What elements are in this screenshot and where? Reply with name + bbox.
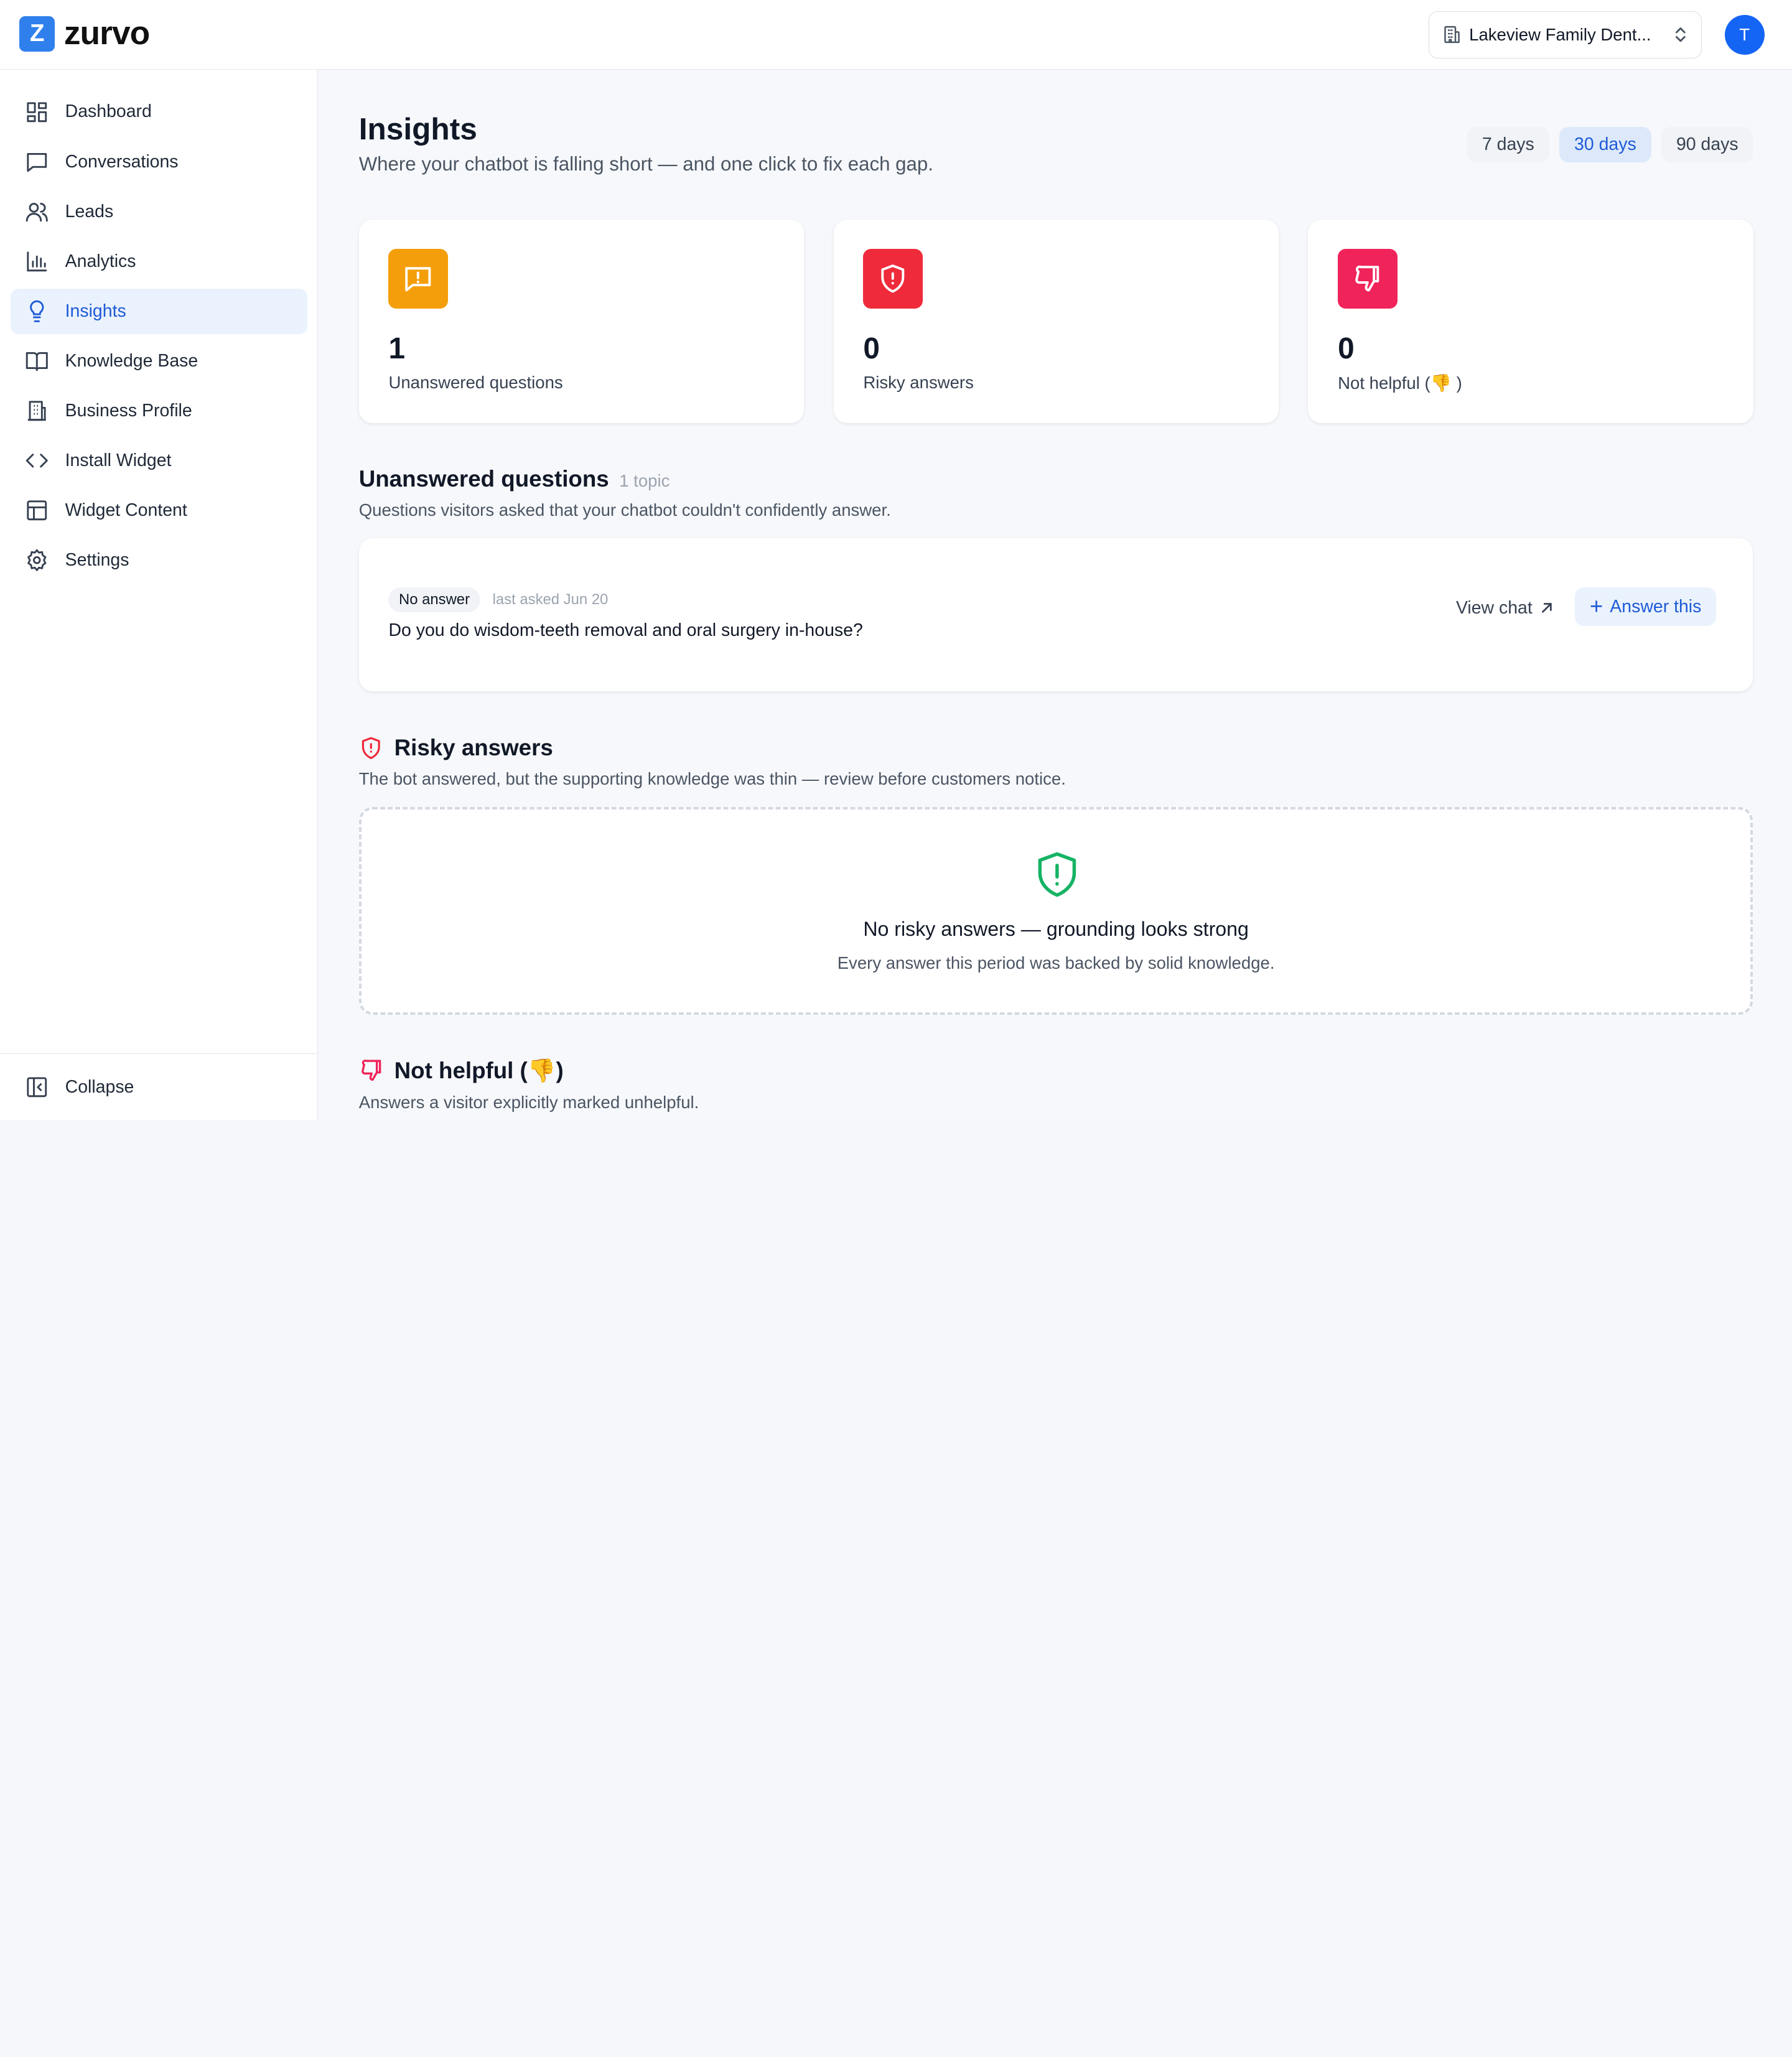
lightbulb-icon — [30, 300, 44, 322]
sidebar-item-label: Install Widget — [65, 450, 172, 470]
not-helpful-section-description: Answers a visitor explicitly marked unhe… — [358, 1092, 699, 1112]
building-icon — [28, 401, 47, 421]
page-title: Insights — [358, 111, 477, 147]
risky-section-title: Risky answers — [394, 734, 553, 760]
stat-label: Risky answers — [863, 372, 974, 392]
page-subtitle: Where your chatbot is falling short — an… — [358, 153, 933, 175]
stats-row: 1 Unanswered questions 0 Risky answers 0… — [358, 219, 1753, 423]
chevron-up-down-icon — [1675, 27, 1686, 42]
chat-icon — [27, 152, 47, 172]
sidebar-item-analytics[interactable]: Analytics — [11, 238, 308, 284]
thumbs-down-icon — [361, 1060, 381, 1081]
no-answer-badge: No answer — [388, 587, 480, 613]
collapse-button[interactable]: Collapse — [0, 1053, 318, 1120]
empty-state-description: Every answer this period was backed by s… — [837, 953, 1275, 973]
sidebar-item-label: Knowledge Base — [65, 350, 198, 371]
sidebar-item-label: Dashboard — [65, 101, 152, 122]
sidebar-item-leads[interactable]: Leads — [11, 189, 308, 234]
stat-card-not-helpful[interactable]: 0 Not helpful (👎 ) — [1308, 219, 1753, 423]
range-7-days[interactable]: 7 days — [1467, 126, 1549, 162]
stat-value: 1 — [388, 332, 406, 365]
sidebar-item-label: Settings — [65, 550, 129, 571]
sidebar-item-business-profile[interactable]: Business Profile — [11, 388, 308, 434]
stat-icon-badge — [863, 249, 923, 309]
range-90-days[interactable]: 90 days — [1661, 126, 1753, 162]
gear-icon — [27, 549, 47, 572]
sidebar-item-install-widget[interactable]: Install Widget — [11, 438, 308, 483]
dashboard-icon — [27, 102, 47, 122]
plus-icon: + — [1589, 593, 1603, 619]
view-chat-label: View chat — [1455, 597, 1533, 618]
sidebar-item-settings[interactable]: Settings — [11, 538, 308, 583]
unanswered-section-title: Unanswered questions 1 topic — [359, 466, 670, 492]
business-selector[interactable]: Lakeview Family Dent... — [1428, 11, 1702, 58]
shield-alert-icon — [881, 264, 905, 293]
sidebar-item-label: Business Profile — [65, 400, 192, 421]
collapse-label: Collapse — [65, 1076, 134, 1097]
stat-icon-badge — [1338, 249, 1398, 309]
layout-icon — [27, 500, 47, 521]
answer-this-label: Answer this — [1610, 596, 1702, 617]
external-arrow-icon — [1541, 603, 1552, 613]
stat-value: 0 — [1338, 332, 1355, 365]
answer-this-button[interactable]: + Answer this — [1574, 587, 1717, 627]
user-avatar[interactable]: T — [1724, 14, 1765, 55]
users-icon — [26, 202, 49, 222]
view-chat-link[interactable]: View chat — [1456, 598, 1554, 618]
sidebar-item-label: Insights — [65, 301, 126, 321]
bar-chart-icon — [27, 251, 47, 272]
shield-alert-icon — [362, 737, 380, 759]
logo-text: zurvo — [63, 14, 150, 52]
sidebar-nav: Dashboard Conversations Leads Analytics … — [10, 89, 308, 587]
not-helpful-section-header: Not helpful (👎) — [359, 1057, 564, 1084]
sidebar-item-label: Analytics — [65, 251, 136, 271]
collapse-icon — [27, 1077, 47, 1098]
thumbs-down-icon — [1355, 266, 1379, 292]
app-root: Z zurvo Lakeview Family Dent... T Dashbo… — [0, 0, 1792, 1120]
top-bar: Z zurvo Lakeview Family Dent... T — [0, 0, 1792, 70]
last-asked-meta: last asked Jun 20 — [492, 590, 609, 608]
stat-label: Unanswered questions — [388, 372, 563, 392]
stat-icon-badge — [388, 249, 448, 309]
unanswered-question-card: No answer last asked Jun 20 Do you do wi… — [358, 538, 1753, 692]
building-icon — [1444, 26, 1460, 44]
sidebar-item-label: Widget Content — [65, 500, 187, 520]
section-title-text: Unanswered questions — [358, 466, 609, 492]
stat-label: Not helpful (👎 ) — [1338, 373, 1462, 393]
book-icon — [26, 352, 49, 371]
topic-count: 1 topic — [619, 471, 670, 491]
risky-empty-state: No risky answers — grounding looks stron… — [358, 806, 1753, 1015]
sidebar-item-label: Conversations — [65, 151, 179, 172]
empty-state-title: No risky answers — grounding looks stron… — [863, 918, 1249, 941]
code-icon — [26, 454, 49, 468]
sidebar-item-knowledge-base[interactable]: Knowledge Base — [11, 338, 308, 384]
sidebar-item-insights[interactable]: Insights — [10, 288, 308, 334]
question-text: Do you do wisdom-teeth removal and oral … — [388, 620, 863, 641]
logo-mark: Z — [19, 16, 55, 52]
risky-section-description: The bot answered, but the supporting kno… — [358, 769, 1066, 789]
sidebar: Dashboard Conversations Leads Analytics … — [0, 70, 318, 1120]
shield-check-icon — [1038, 852, 1076, 897]
business-name: Lakeview Family Dent... — [1469, 25, 1651, 44]
sidebar-item-label: Leads — [65, 201, 114, 222]
risky-section-header: Risky answers — [359, 735, 553, 761]
sidebar-item-dashboard[interactable]: Dashboard — [11, 89, 308, 134]
unanswered-section-description: Questions visitors asked that your chatb… — [358, 500, 891, 520]
logo[interactable]: Z zurvo — [19, 14, 150, 52]
sidebar-item-widget-content[interactable]: Widget Content — [11, 488, 308, 533]
sidebar-item-conversations[interactable]: Conversations — [11, 139, 308, 184]
stat-value: 0 — [863, 332, 880, 365]
stat-card-unanswered[interactable]: 1 Unanswered questions — [358, 219, 804, 423]
range-30-days[interactable]: 30 days — [1559, 126, 1651, 162]
message-alert-icon — [405, 267, 431, 292]
stat-card-risky[interactable]: 0 Risky answers — [833, 219, 1279, 423]
not-helpful-section-title: Not helpful (👎) — [394, 1057, 564, 1083]
date-range-selector: 7 days 30 days 90 days — [1457, 126, 1753, 162]
